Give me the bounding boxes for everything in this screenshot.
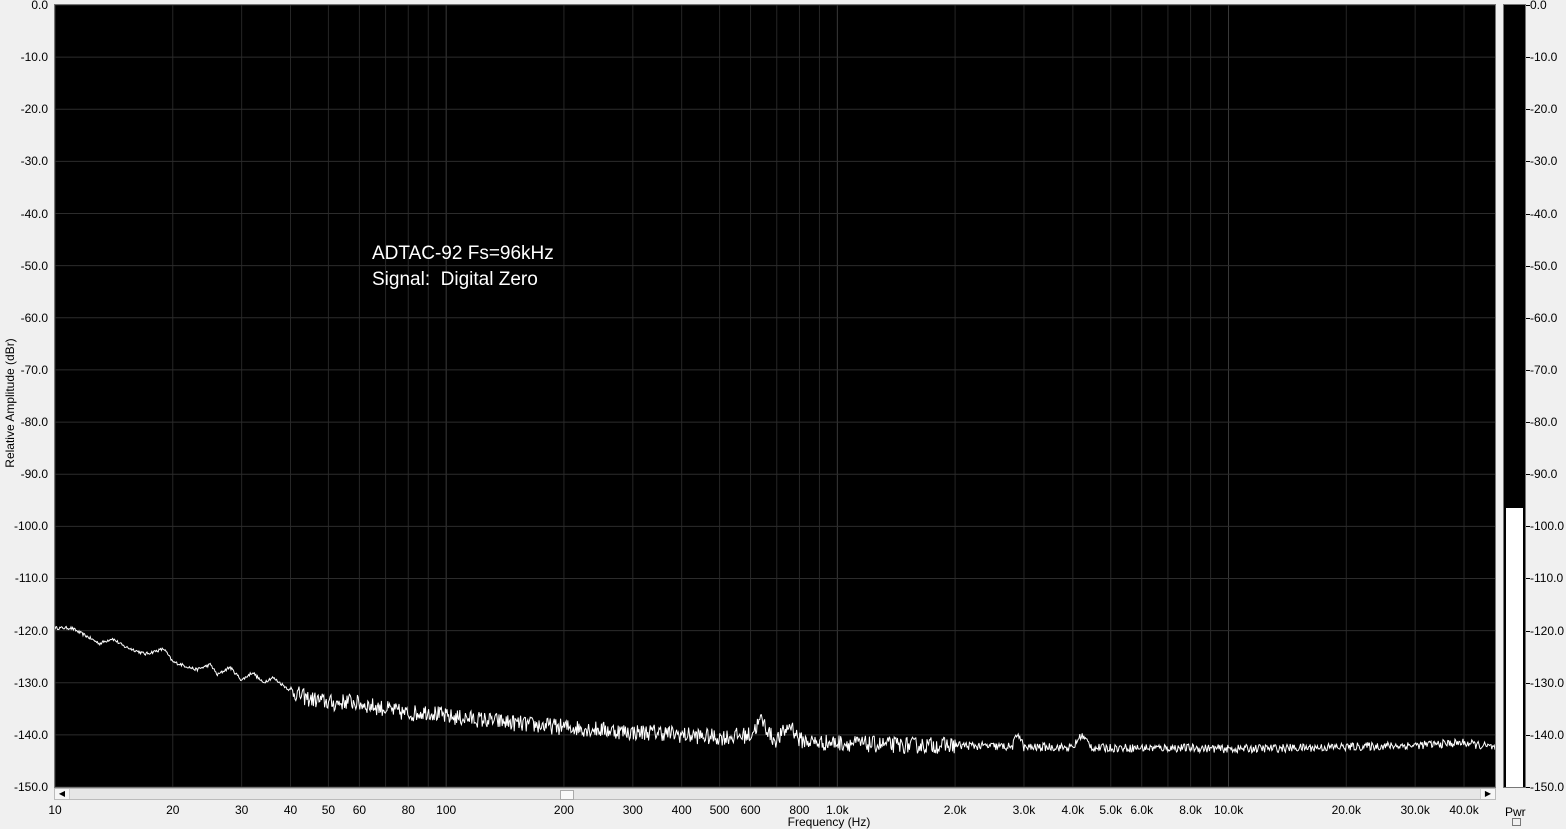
y-tick-label: -20.0: [20, 102, 48, 117]
meter-tick: [1526, 682, 1530, 684]
meter-tick: [1526, 369, 1530, 371]
x-tick-label: 20: [166, 803, 180, 817]
meter-tick-label: -110.0: [1530, 571, 1564, 586]
x-tick-label: 60: [352, 803, 367, 817]
x-tick-label: 3.0k: [1012, 803, 1036, 817]
scroll-right-arrow-icon[interactable]: ▶: [1480, 789, 1495, 799]
meter-tick-label: -10.0: [1530, 50, 1558, 65]
power-meter-label: Pwr: [1505, 805, 1526, 819]
x-tick-label: 200: [553, 803, 574, 817]
x-tick-label: 500: [709, 803, 730, 817]
meter-tick-label: -150.0: [1530, 780, 1565, 794]
x-tick-label: 100: [436, 803, 457, 817]
y-tick-label: -130.0: [13, 675, 48, 690]
x-tick-label: 10: [48, 803, 62, 817]
annotation-line-2: Signal: Digital Zero: [372, 269, 538, 290]
y-tick-label: -10.0: [20, 50, 48, 65]
x-tick-label: 40: [283, 803, 298, 817]
meter-tick: [1526, 265, 1530, 267]
y-tick-label: -140.0: [13, 727, 48, 742]
meter-tick: [1526, 734, 1530, 736]
meter-tick-label: -100.0: [1530, 519, 1565, 534]
x-tick-label: 30.0k: [1400, 803, 1430, 817]
y-tick-label: -30.0: [20, 154, 48, 169]
x-tick-label: 2.0k: [943, 803, 967, 817]
meter-tick-label: -60.0: [1530, 310, 1558, 325]
meter-tick: [1526, 317, 1530, 319]
y-tick-label: -50.0: [20, 258, 48, 273]
y-axis-title: Relative Amplitude (dBr): [3, 338, 17, 468]
x-tick-label: 400: [671, 803, 692, 817]
meter-tick: [1526, 57, 1530, 59]
power-meter: [1503, 4, 1526, 788]
x-tick-label: 5.0k: [1099, 803, 1123, 817]
spectrum-plot: [55, 5, 1495, 787]
meter-tick: [1526, 5, 1530, 6]
y-tick-label: -110.0: [14, 571, 48, 586]
plot-area[interactable]: ADTAC-92 Fs=96kHz Signal: Digital Zero: [54, 4, 1496, 788]
meter-tick-label: -40.0: [1530, 206, 1558, 221]
meter-tick: [1526, 578, 1530, 580]
meter-tick-label: -20.0: [1530, 102, 1558, 117]
y-tick-label: -150.0: [13, 780, 48, 794]
meter-tick: [1526, 109, 1530, 111]
scroll-left-arrow-icon[interactable]: ◀: [55, 789, 70, 799]
y-tick-label: -90.0: [20, 467, 48, 482]
power-meter-fill: [1506, 508, 1523, 787]
x-tick-label: 300: [622, 803, 643, 817]
y-tick-label: -40.0: [20, 206, 48, 221]
horizontal-scrollbar[interactable]: ◀ ▶: [54, 788, 1496, 800]
meter-tick: [1526, 213, 1530, 215]
x-tick-label: 6.0k: [1130, 803, 1154, 817]
meter-tick-label: -140.0: [1530, 727, 1565, 742]
x-axis-title: Frequency (Hz): [787, 815, 871, 829]
meter-tick: [1526, 422, 1530, 424]
x-tick-label: 4.0k: [1061, 803, 1085, 817]
meter-tick: [1526, 474, 1530, 476]
meter-tick: [1526, 161, 1530, 163]
x-tick-label: 600: [740, 803, 761, 817]
meter-resize-handle[interactable]: [1512, 818, 1521, 826]
annotation-line-1: ADTAC-92 Fs=96kHz: [372, 243, 554, 264]
x-tick-label: 30: [234, 803, 249, 817]
x-tick-label: 10.0k: [1213, 803, 1244, 817]
x-tick-label: 8.0k: [1179, 803, 1202, 817]
x-tick-label: 20.0k: [1331, 803, 1361, 817]
meter-tick: [1526, 526, 1530, 528]
meter-tick-label: -90.0: [1530, 467, 1558, 482]
meter-tick: [1526, 630, 1530, 632]
grid: [55, 5, 1495, 787]
y-tick-label: 0.0: [31, 0, 48, 12]
meter-tick: [1526, 787, 1530, 788]
y-tick-label: -100.0: [13, 519, 48, 534]
meter-tick-label: -120.0: [1530, 623, 1565, 638]
y-tick-label: -120.0: [13, 623, 48, 638]
meter-tick-label: -80.0: [1530, 415, 1558, 430]
x-tick-label: 40.0k: [1449, 803, 1479, 817]
meter-tick-label: -30.0: [1530, 154, 1558, 169]
y-tick-label: -60.0: [20, 310, 48, 325]
meter-tick-label: 0.0: [1530, 0, 1547, 12]
meter-tick-label: -50.0: [1530, 258, 1558, 273]
x-tick-label: 80: [401, 803, 415, 817]
meter-tick-label: -70.0: [1530, 362, 1558, 377]
meter-tick-label: -130.0: [1530, 675, 1565, 690]
x-tick-label: 50: [321, 803, 336, 817]
chart-annotation: ADTAC-92 Fs=96kHz Signal: Digital Zero: [372, 241, 554, 293]
scroll-thumb[interactable]: [560, 790, 574, 800]
